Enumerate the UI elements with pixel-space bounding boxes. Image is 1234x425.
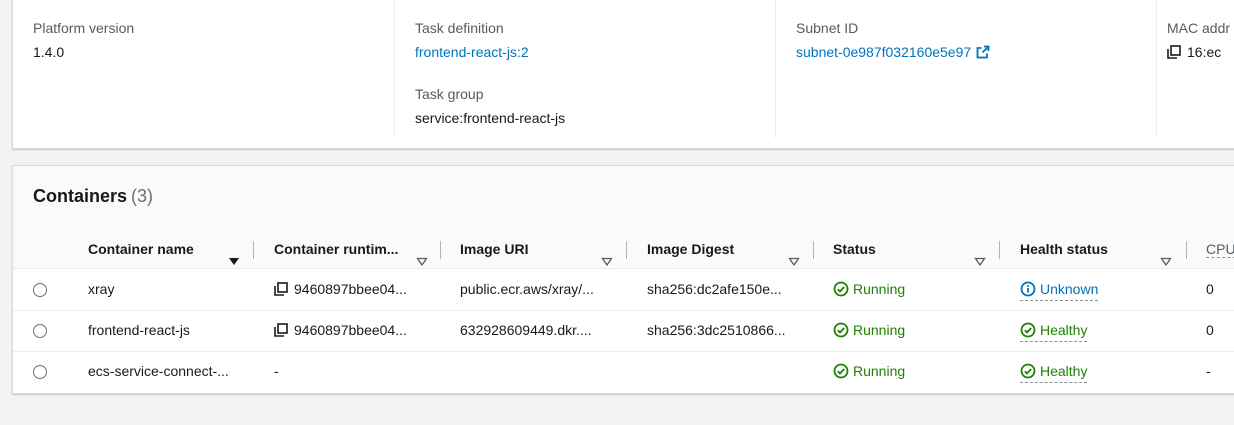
container-name: xray — [88, 281, 115, 297]
copy-icon[interactable] — [274, 312, 288, 351]
column-header-image-uri[interactable]: Image URI — [460, 231, 628, 268]
column-header-status[interactable]: Status — [833, 231, 1001, 268]
containers-header: Containers (3) — [13, 166, 1234, 232]
table-row[interactable]: ecs-service-connect-... - Running Health… — [13, 351, 1234, 392]
health-status-popover[interactable]: Unknown — [1020, 281, 1099, 301]
column-divider[interactable] — [440, 241, 441, 259]
task-definition-link[interactable]: frontend-react-js:2 — [415, 44, 529, 60]
external-link-icon[interactable] — [976, 45, 990, 62]
detail-column-1: Platform version 1.4.0 — [13, 0, 394, 138]
container-name: frontend-react-js — [88, 322, 190, 338]
column-divider[interactable] — [1186, 241, 1187, 259]
copy-icon[interactable] — [1167, 45, 1181, 62]
status-indicator: Running — [833, 269, 993, 310]
check-circle-icon — [833, 313, 849, 351]
image-digest: sha256:3dc2510866... — [647, 322, 786, 338]
row-select-radio[interactable] — [33, 324, 47, 338]
subnet-id-link[interactable]: subnet-0e987f032160e5e97 — [796, 44, 971, 60]
container-name: ecs-service-connect-... — [88, 363, 229, 379]
health-status-popover[interactable]: Healthy — [1020, 322, 1088, 342]
column-divider[interactable] — [253, 241, 254, 259]
cpu-value: 0 — [1206, 281, 1214, 297]
health-status: Healthy — [1020, 310, 1180, 351]
mac-address-value: 16:ec — [1187, 44, 1222, 60]
column-header-health-status[interactable]: Health status — [1020, 231, 1182, 268]
table-row[interactable]: xray 9460897bbee04... public.ecr.aws/xra… — [13, 269, 1234, 311]
container-runtime-id: 9460897bbee04... — [274, 269, 434, 310]
containers-card: Containers (3) Container name Container r… — [12, 165, 1234, 394]
copy-icon[interactable] — [274, 271, 288, 310]
column-divider[interactable] — [813, 241, 814, 259]
task-definition-label: Task definition — [415, 20, 504, 36]
containers-title: Containers (3) — [33, 186, 153, 207]
status-indicator: Running — [833, 310, 993, 351]
subnet-id-link-wrap[interactable]: subnet-0e987f032160e5e97 — [796, 44, 990, 62]
subnet-id-label: Subnet ID — [796, 20, 859, 36]
containers-title-text: Containers — [33, 186, 128, 206]
platform-version-label: Platform version — [33, 20, 135, 36]
column-header-image-digest[interactable]: Image Digest — [647, 231, 815, 268]
column-divider[interactable] — [999, 241, 1000, 259]
info-circle-icon — [1020, 281, 1036, 300]
image-uri — [460, 351, 620, 392]
container-runtime-id: 9460897bbee04... — [274, 310, 434, 351]
table-row[interactable]: frontend-react-js 9460897bbee04... 63292… — [13, 310, 1234, 352]
cpu-value: - — [1206, 363, 1211, 379]
column-header-cpu[interactable]: CPU — [1206, 231, 1234, 268]
check-circle-icon — [1020, 363, 1036, 382]
check-circle-icon — [833, 354, 849, 392]
containers-table-header: Container name Container runtim... Image… — [13, 231, 1234, 269]
check-circle-icon — [833, 272, 849, 310]
check-circle-icon — [1020, 322, 1036, 341]
column-header-container-name[interactable]: Container name — [88, 231, 253, 268]
cpu-value: 0 — [1206, 322, 1214, 338]
task-details-card: Platform version 1.4.0 Task definition f… — [12, 0, 1234, 149]
task-group-value: service:frontend-react-js — [415, 110, 566, 126]
row-select-radio[interactable] — [33, 283, 47, 297]
image-digest — [647, 351, 807, 392]
health-status: Healthy — [1020, 351, 1180, 392]
detail-column-4: MAC addr 16:ec — [1156, 0, 1234, 138]
mac-address-label: MAC addr — [1167, 20, 1231, 36]
task-group-label: Task group — [415, 86, 484, 102]
detail-column-3: Subnet ID subnet-0e987f032160e5e97 — [775, 0, 1157, 138]
health-status-popover[interactable]: Healthy — [1020, 363, 1088, 383]
row-select-radio[interactable] — [33, 365, 47, 379]
image-uri: 632928609449.dkr.... — [460, 322, 592, 338]
image-digest: sha256:dc2afe150e... — [647, 281, 782, 297]
column-divider[interactable] — [626, 241, 627, 259]
image-uri: public.ecr.aws/xray/... — [460, 281, 594, 297]
platform-version-value: 1.4.0 — [33, 44, 65, 60]
detail-column-2: Task definition frontend-react-js:2 Task… — [394, 0, 776, 138]
status-indicator: Running — [833, 351, 993, 392]
container-runtime-id: - — [274, 363, 279, 379]
mac-address-value-wrap: 16:ec — [1167, 44, 1221, 62]
containers-count: (3) — [131, 186, 154, 206]
column-header-container-runtime[interactable]: Container runtim... — [274, 231, 442, 268]
health-status: Unknown — [1020, 269, 1180, 310]
